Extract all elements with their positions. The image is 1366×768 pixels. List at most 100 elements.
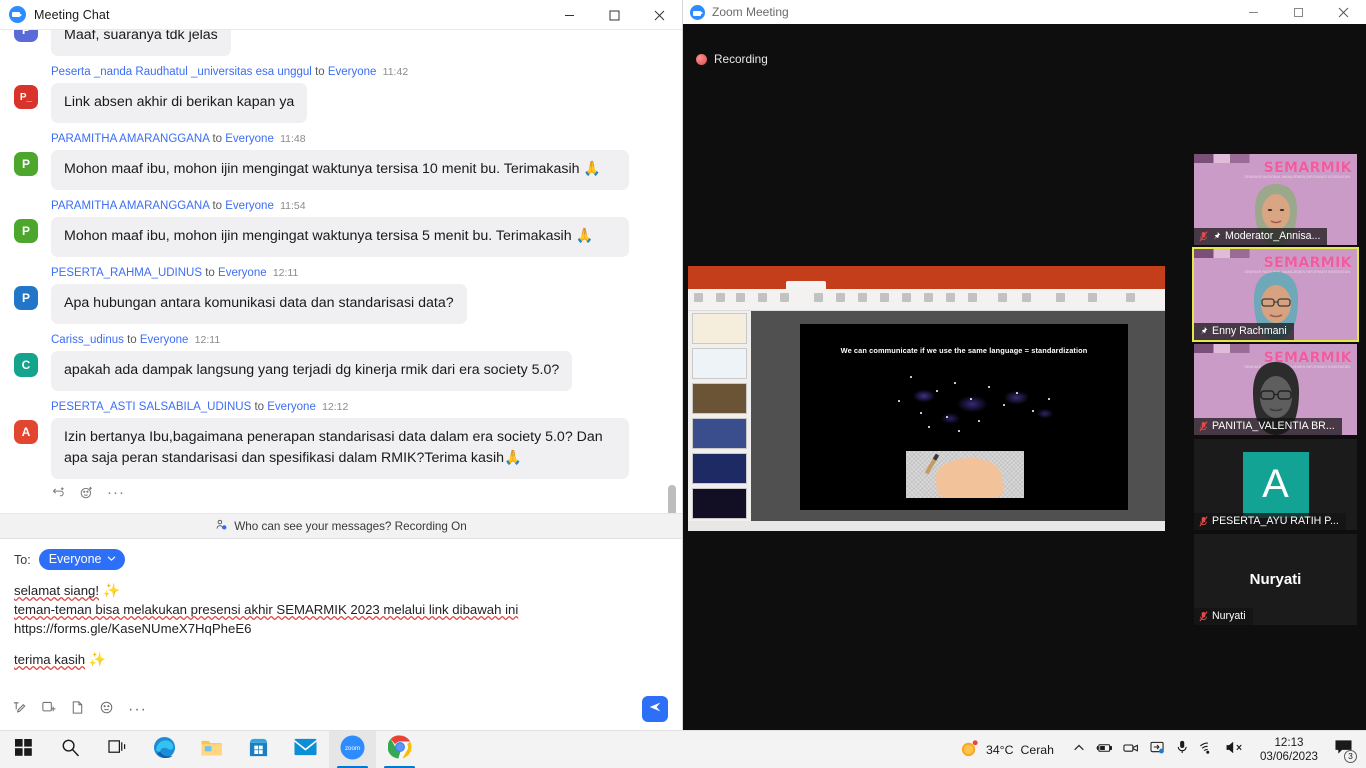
participant-tile-nuryati[interactable]: Nuryati Nuryati — [1194, 534, 1357, 625]
avatar: P — [14, 30, 38, 42]
start-button[interactable] — [0, 731, 47, 768]
reply-icon[interactable] — [51, 485, 66, 500]
mic-muted-icon — [1199, 230, 1208, 242]
volume-muted-icon[interactable] — [1226, 741, 1243, 759]
message-sender[interactable]: Cariss_udinus — [51, 334, 124, 346]
add-reaction-icon[interactable] — [79, 485, 94, 500]
shared-screen[interactable]: We can communicate if we use the same la… — [688, 266, 1165, 531]
send-button[interactable] — [642, 696, 668, 722]
close-button[interactable] — [637, 0, 682, 30]
sparkle-emoji-2: ✨ — [88, 651, 107, 667]
onedrive-sync-icon[interactable] — [1150, 741, 1165, 759]
participant-label: PANITIA_VALENTIA BR... — [1194, 418, 1342, 435]
emoji-icon[interactable] — [99, 700, 114, 720]
message-bubble: Mohon maaf ibu, mohon ijin mengingat wak… — [51, 150, 629, 190]
system-tray: 34°C Cerah 12:13 03/06/2023 3 — [950, 731, 1366, 768]
recording-indicator[interactable]: Recording — [696, 52, 768, 66]
world-map-graphic — [858, 364, 1078, 444]
taskbar-apps: zoom — [0, 730, 423, 768]
mail-button[interactable] — [282, 731, 329, 768]
slide-thumbnail[interactable] — [692, 453, 747, 484]
message-sender[interactable]: PARAMITHA AMARANGGANA — [51, 133, 209, 145]
slide-stage[interactable]: We can communicate if we use the same la… — [751, 311, 1165, 521]
message-header: PESERTA_ASTI SALSABILA_UDINUS to Everyon… — [51, 400, 668, 415]
close-button[interactable] — [1321, 0, 1366, 24]
message-sender[interactable]: PESERTA_RAHMA_UDINUS — [51, 267, 202, 279]
edge-button[interactable] — [141, 731, 188, 768]
message-to-word: to — [315, 66, 325, 78]
weather-temperature: 34°C — [985, 742, 1014, 757]
powerpoint-titlebar — [688, 266, 1165, 282]
file-explorer-button[interactable] — [188, 731, 235, 768]
participant-tile-moderator-annisa[interactable]: SEMARMIK SEMINAR NASIONAL MANAJEMEN INFO… — [1194, 154, 1357, 245]
participant-label: Nuryati — [1194, 608, 1253, 625]
show-hidden-icons-icon[interactable] — [1073, 741, 1085, 759]
meeting-body: Recording We can communicate if we use t… — [683, 24, 1366, 730]
current-slide: We can communicate if we use the same la… — [800, 324, 1128, 510]
privacy-notice-bar[interactable]: Who can see your messages? Recording On — [0, 513, 682, 538]
powerpoint-ribbon — [688, 289, 1165, 311]
chrome-button[interactable] — [376, 731, 423, 768]
privacy-notice-text: Who can see your messages? Recording On — [234, 519, 467, 533]
file-attach-icon[interactable] — [70, 700, 85, 720]
chat-scrollbar[interactable] — [668, 30, 679, 513]
message-input[interactable]: selamat siang! ✨ teman-teman bisa melaku… — [14, 581, 668, 673]
taskbar-clock[interactable]: 12:13 03/06/2023 — [1252, 736, 1326, 764]
microsoft-store-button[interactable] — [235, 731, 282, 768]
participant-name: PESERTA_AYU RATIH P... — [1212, 515, 1339, 527]
message-sender[interactable]: Peserta _nanda Raudhatul _universitas es… — [51, 66, 312, 78]
camera-icon[interactable] — [1123, 741, 1139, 759]
slide-thumbnail[interactable] — [692, 488, 747, 519]
recipient-selector-label: Everyone — [48, 552, 102, 566]
chat-titlebar[interactable]: Meeting Chat — [0, 0, 682, 30]
recipient-selector[interactable]: Everyone — [38, 549, 125, 570]
message-sender[interactable]: PARAMITHA AMARANGGANA — [51, 200, 209, 212]
message-recipient: Everyone — [225, 200, 274, 212]
chat-message: Peserta _nanda Raudhatul _universitas es… — [14, 58, 668, 123]
participant-tile-peserta-ayu-ratih[interactable]: A PESERTA_AYU RATIH P... — [1194, 439, 1357, 530]
participant-tile-panitia-valentia[interactable]: SEMARMIK SEMINAR NASIONAL MANAJEMEN INFO… — [1194, 344, 1357, 435]
more-options-icon[interactable]: ··· — [128, 702, 147, 718]
zoom-button[interactable]: zoom — [329, 730, 376, 768]
search-button[interactable] — [47, 731, 94, 768]
semarmik-overlay-text: SEMARMIK — [1263, 160, 1352, 176]
meeting-titlebar[interactable]: Zoom Meeting — [683, 0, 1366, 24]
powerpoint-window: We can communicate if we use the same la… — [688, 266, 1165, 531]
chat-scrollbar-thumb[interactable] — [668, 485, 676, 513]
more-options-icon[interactable]: ··· — [107, 485, 125, 500]
maximize-button[interactable] — [592, 0, 637, 30]
minimize-button[interactable] — [1231, 0, 1276, 24]
microphone-icon[interactable] — [1176, 740, 1188, 759]
meeting-chat-window: Meeting Chat P Maaf, suaranya tdk jelas — [0, 0, 683, 730]
avatar: P — [14, 152, 38, 176]
participant-name: PANITIA_VALENTIA BR... — [1212, 420, 1335, 432]
participant-tile-enny-rachmani[interactable]: SEMARMIK SEMINAR NASIONAL MANAJEMEN INFO… — [1192, 247, 1359, 342]
minimize-button[interactable] — [547, 0, 592, 30]
chat-message: Cariss_udinus to Everyone 12:11 C apakah… — [14, 326, 668, 391]
slide-thumbnail[interactable] — [692, 313, 747, 344]
chevron-down-icon — [107, 552, 116, 566]
powerpoint-main: We can communicate if we use the same la… — [688, 311, 1165, 521]
file-explorer-icon — [200, 737, 223, 763]
slide-thumbnail[interactable] — [692, 418, 747, 449]
usb-battery-icon[interactable] — [1096, 741, 1112, 759]
slide-thumbnail-panel[interactable] — [688, 311, 751, 521]
draft-line-1: selamat siang! — [14, 583, 100, 598]
wifi-icon[interactable] — [1199, 741, 1215, 759]
mic-muted-icon — [1199, 420, 1208, 432]
chat-message: PESERTA_ASTI SALSABILA_UDINUS to Everyon… — [14, 393, 668, 500]
weather-widget[interactable]: 34°C Cerah — [950, 739, 1064, 761]
slide-thumbnail[interactable] — [692, 348, 747, 379]
maximize-button[interactable] — [1276, 0, 1321, 24]
task-view-button[interactable] — [94, 731, 141, 768]
format-text-icon[interactable] — [12, 700, 27, 720]
recording-label: Recording — [714, 52, 768, 66]
participant-display-name: Nuryati — [1249, 571, 1302, 588]
screenshot-icon[interactable] — [41, 700, 56, 720]
weather-condition: Cerah — [1020, 742, 1054, 757]
windows-logo-icon — [15, 738, 32, 761]
message-sender[interactable]: PESERTA_ASTI SALSABILA_UDINUS — [51, 401, 251, 413]
chat-message-list[interactable]: P Maaf, suaranya tdk jelas Peserta _nand… — [0, 30, 682, 513]
slide-thumbnail[interactable] — [692, 383, 747, 414]
notification-center-button[interactable]: 3 — [1326, 731, 1360, 768]
